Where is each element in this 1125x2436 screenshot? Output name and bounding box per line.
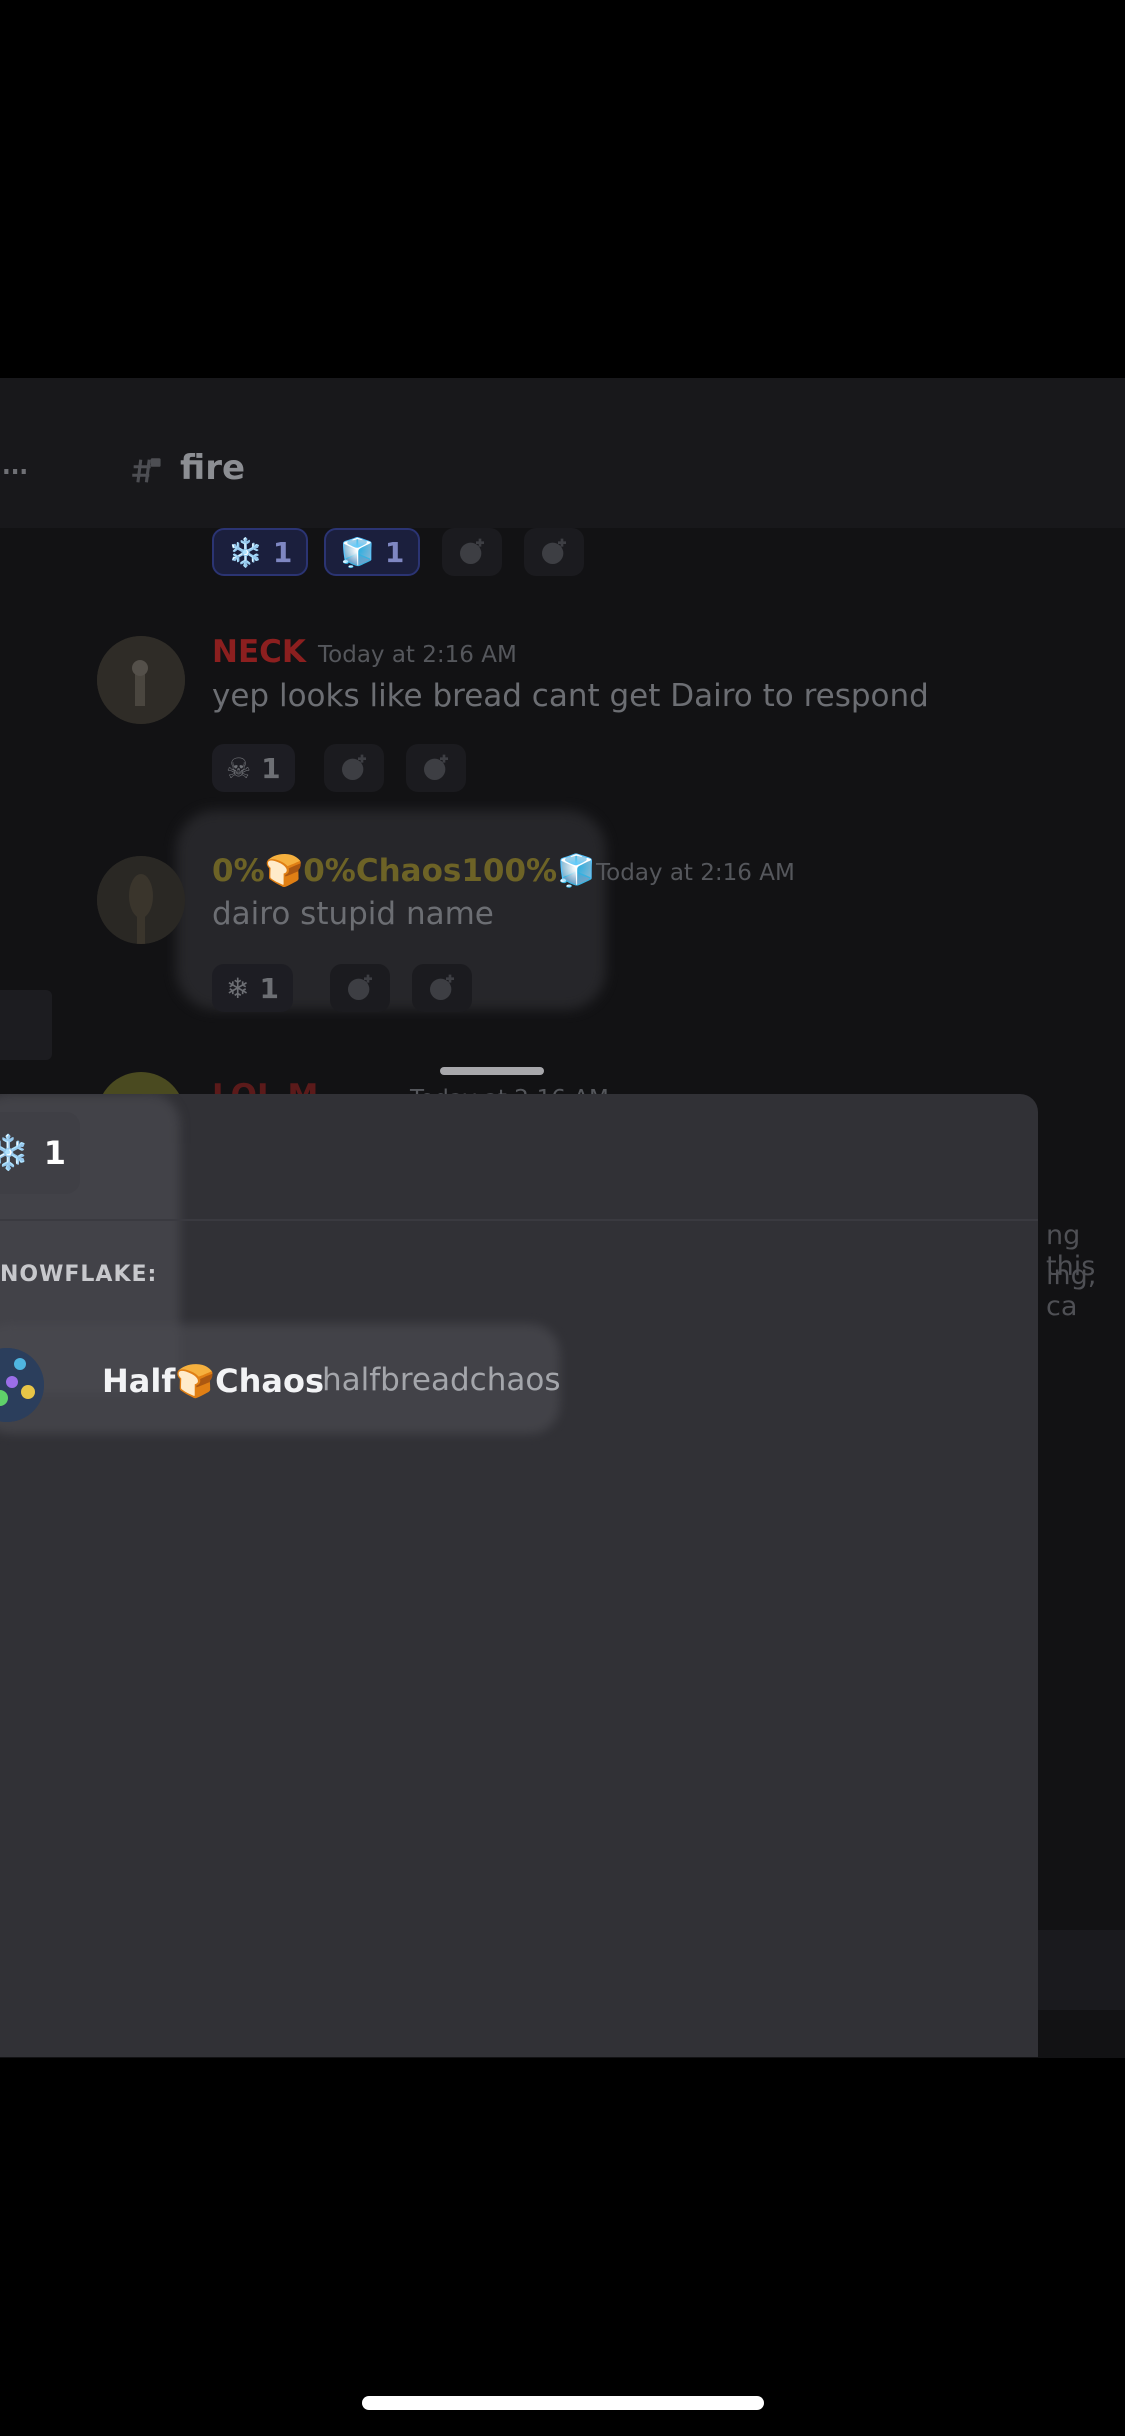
sheet-drag-handle[interactable] [440,1067,544,1075]
home-indicator[interactable] [362,2396,764,2410]
side-panel-edge[interactable] [0,990,52,1060]
super-reaction-button[interactable] [524,528,584,576]
locked-channel-icon [132,458,161,483]
reaction-count: 1 [43,1134,66,1172]
username-handle: halfbreadchaos [322,1362,561,1398]
reaction-count: 1 [384,535,405,569]
timestamp: Today at 2:16 AM [596,860,795,886]
ice-cube-icon: 🧊 [340,535,375,569]
add-reaction-icon [342,754,366,780]
avatar [0,1348,44,1422]
super-reaction-button[interactable] [406,744,466,792]
display-name: Half🍞Chaos [102,1362,324,1400]
avatar-image [97,856,185,944]
avatar[interactable] [97,636,185,724]
reaction-snowflake[interactable]: ❄ 1 [212,964,293,1012]
message-input-edge[interactable] [1038,1930,1125,2010]
reaction-ice-cube[interactable]: 🧊 1 [324,528,421,576]
message-text: yep looks like bread cant get Dairo to r… [212,678,929,714]
reaction-count: 1 [261,751,281,785]
snowflake-icon: ❄ [226,971,250,1005]
reaction-user-row[interactable]: Half🍞Chaos halfbreadchaos [0,1348,900,1422]
reaction-count: 1 [272,535,293,569]
section-label: NOWFLAKE: [0,1262,158,1287]
avatar-image [97,636,185,724]
reaction-tab-snowflake[interactable]: ❄️ 1 [0,1112,80,1194]
add-reaction-button[interactable] [330,964,390,1012]
divider [0,1219,1038,1221]
username[interactable]: 0%🍞0%Chaos100%🧊 [212,852,596,889]
reaction-count: 1 [259,971,279,1005]
message-text: dairo stupid name [212,896,494,932]
username[interactable]: NECK [212,634,306,670]
add-reaction-button[interactable] [442,528,502,576]
reaction-snowflake[interactable]: ❄️ 1 [212,528,309,576]
super-reaction-button[interactable] [412,964,472,1012]
channel-header: ... fire [0,378,1125,528]
snowflake-icon: ❄️ [0,1133,30,1173]
channel-name: fire [180,448,246,488]
super-reaction-icon [430,974,454,1000]
add-reaction-button[interactable] [324,744,384,792]
reaction-skull[interactable]: ☠ 1 [212,744,295,792]
add-reaction-icon [348,974,372,1000]
more-button[interactable]: ... [0,438,30,484]
reactions-sheet: ❄️ 1 NOWFLAKE: Half🍞Chaos halfbreadchaos [0,1094,1038,2057]
timestamp: Today at 2:16 AM [318,642,517,668]
skull-icon: ☠ [226,751,252,785]
super-reaction-icon [542,538,566,564]
super-reaction-icon [424,754,448,780]
avatar[interactable] [97,856,185,944]
message-text-peek: ing, ca [1046,1260,1097,1322]
snowflake-icon: ❄️ [228,535,263,569]
avatar-image [0,1348,44,1422]
add-reaction-icon [460,538,484,564]
